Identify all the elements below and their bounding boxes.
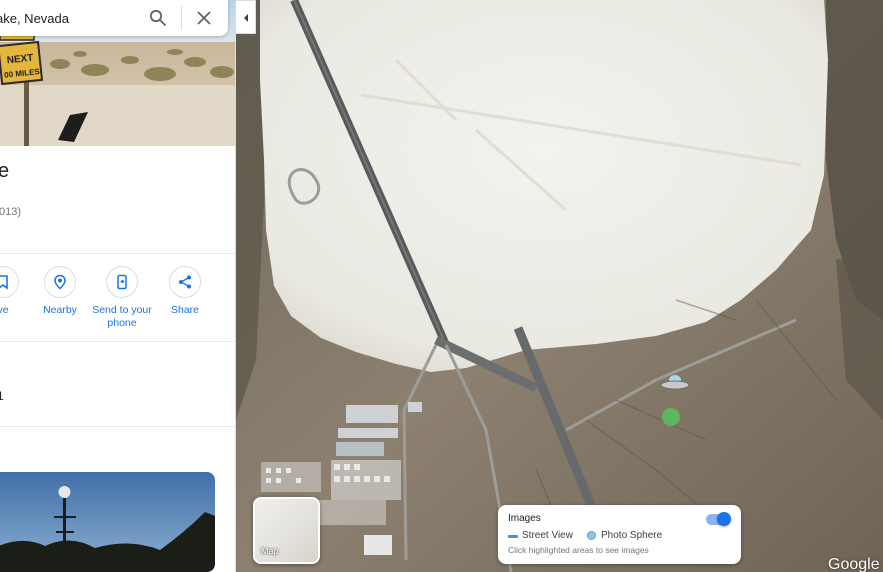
layers-label: Map [261, 546, 279, 556]
search-icon[interactable] [148, 8, 168, 28]
photo-card[interactable] [0, 472, 215, 572]
images-hint: Click highlighted areas to see images [508, 545, 649, 555]
images-toggle[interactable] [706, 512, 731, 526]
chevron-left-icon [244, 14, 248, 22]
nearby-button[interactable]: Nearby [25, 266, 95, 317]
send-to-phone-button[interactable]: Send to your phone [87, 266, 157, 330]
divider [0, 426, 235, 427]
photo-sphere-marker[interactable] [662, 408, 680, 426]
street-view-legend-icon [508, 535, 518, 538]
share-icon [179, 275, 191, 289]
images-panel: Images Street View Photo Sphere Click hi… [498, 505, 741, 564]
nearby-icon [54, 274, 66, 290]
collapse-panel-button[interactable] [236, 0, 256, 34]
google-logo: Google [828, 556, 880, 572]
satellite-map[interactable]: Google [236, 0, 883, 572]
send-to-phone-icon [117, 274, 127, 290]
images-title: Images [508, 513, 541, 524]
search-divider [181, 6, 182, 30]
share-button[interactable]: Share [150, 266, 220, 317]
divider [0, 253, 235, 254]
close-icon[interactable] [194, 8, 214, 28]
send-to-phone-label: Send to your phone [92, 304, 152, 329]
nearby-label: Nearby [43, 304, 77, 316]
photo-sphere-legend-label: Photo Sphere [601, 530, 663, 541]
map-layers-toggle[interactable]: Map [253, 497, 320, 564]
place-panel: NEXT 00 MILES e ,013) ve Nearby Send to … [0, 0, 236, 572]
place-title: e [0, 160, 9, 183]
divider [0, 341, 235, 342]
search-input[interactable] [0, 8, 136, 28]
bookmark-icon [0, 275, 8, 290]
street-view-legend-label: Street View [522, 530, 573, 541]
photo-sphere-legend-icon [587, 531, 596, 540]
toggle-knob [717, 512, 731, 526]
search-box [0, 0, 228, 36]
section-label: 1 [0, 389, 4, 403]
share-label: Share [170, 304, 200, 316]
rating-count[interactable]: ,013) [0, 206, 21, 218]
